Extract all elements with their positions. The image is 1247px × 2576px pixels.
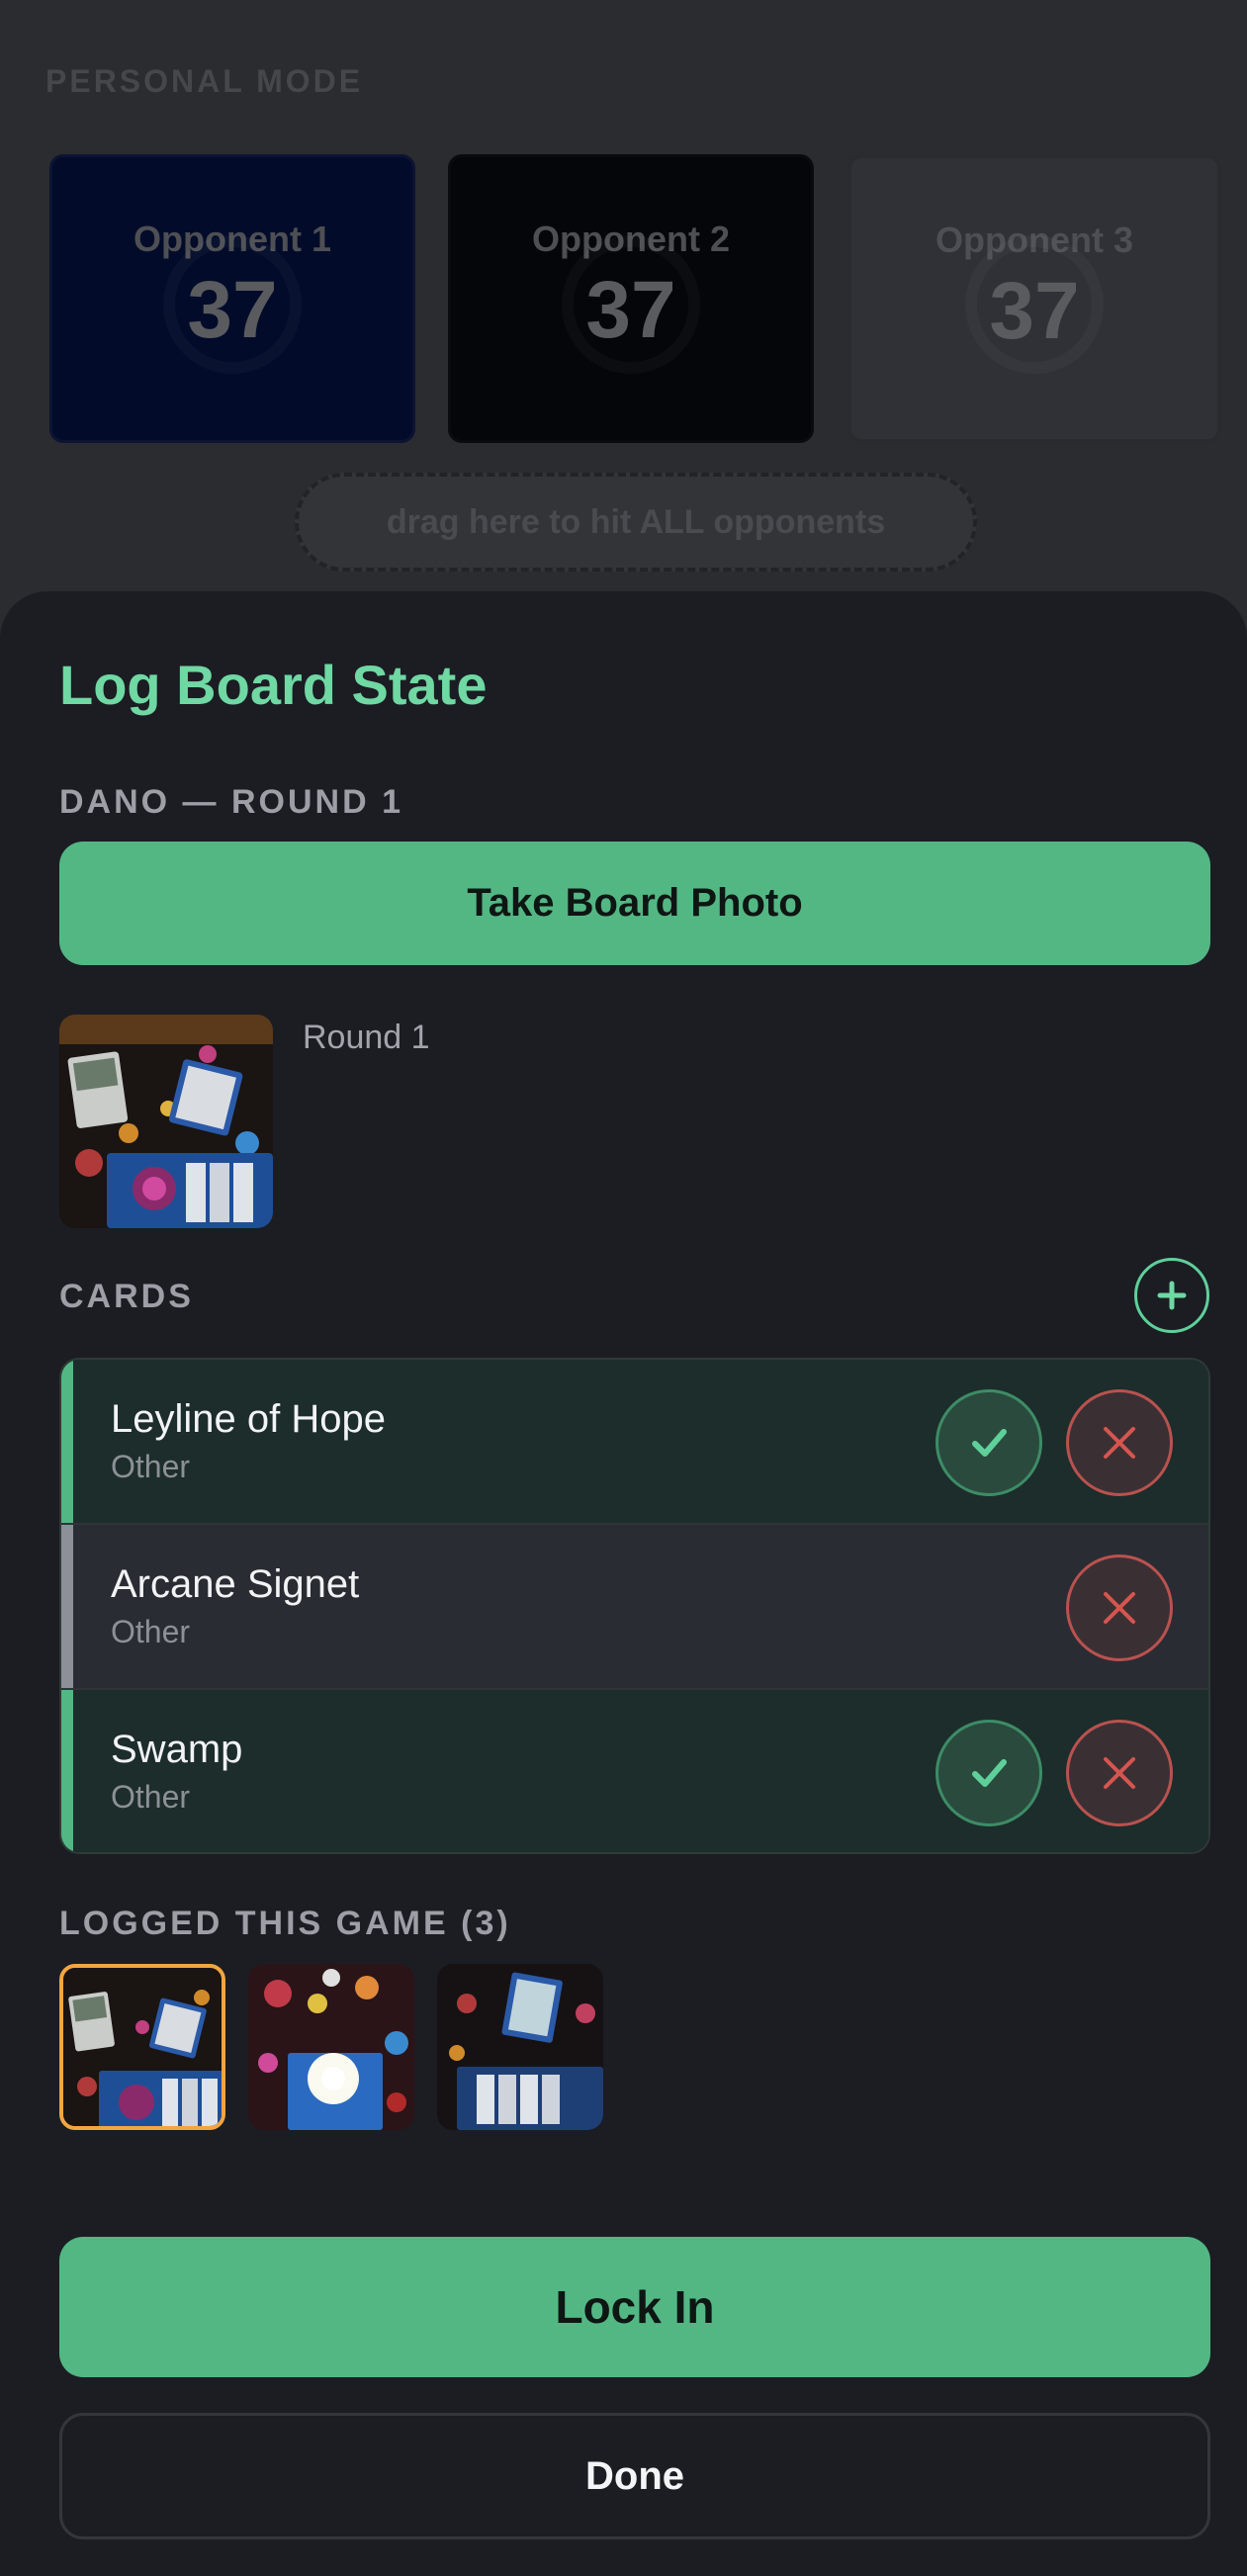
checkmark-icon	[972, 1759, 1007, 1787]
app-screen: PERSONAL MODE Opponent 1 37 Opponent 2 3…	[0, 0, 1247, 2576]
take-board-photo-button[interactable]: Take Board Photo	[59, 842, 1210, 965]
log-board-state-sheet: Log Board State DANO — ROUND 1 Take Boar…	[0, 591, 1247, 2576]
logged-photo-image	[248, 1964, 414, 2130]
opponent-card-1[interactable]: Opponent 1 37	[49, 154, 415, 443]
logged-photo-thumbnail[interactable]	[437, 1964, 603, 2130]
confirm-card-button[interactable]	[935, 1389, 1042, 1496]
cards-section-label: CARDS	[59, 1278, 194, 1315]
reject-card-button[interactable]	[1066, 1389, 1173, 1496]
life-ring-decoration	[965, 235, 1104, 374]
plus-icon	[1157, 1281, 1187, 1310]
close-icon	[1104, 1757, 1135, 1789]
sheet-title: Log Board State	[59, 654, 488, 716]
card-type: Other	[111, 1779, 191, 1815]
card-name: Swamp	[111, 1728, 243, 1771]
status-stripe	[61, 1690, 73, 1852]
opponent-card-3[interactable]: Opponent 3 37	[847, 154, 1221, 443]
card-row: Swamp Other	[61, 1690, 1208, 1852]
detected-cards-list: Leyline of Hope Other Arcane Signet Othe…	[59, 1358, 1210, 1854]
checkmark-icon	[972, 1429, 1007, 1457]
board-photo-image	[59, 1015, 273, 1228]
confirm-card-button[interactable]	[935, 1720, 1042, 1826]
done-button[interactable]: Done	[59, 2413, 1210, 2539]
lock-in-button[interactable]: Lock In	[59, 2237, 1210, 2377]
add-card-button[interactable]	[1134, 1258, 1209, 1333]
status-stripe	[61, 1525, 73, 1688]
hit-all-drop-zone[interactable]: drag here to hit ALL opponents	[295, 473, 977, 572]
card-row: Arcane Signet Other	[61, 1525, 1208, 1690]
close-icon	[1104, 1592, 1135, 1624]
life-ring-decoration	[163, 235, 302, 374]
card-row: Leyline of Hope Other	[61, 1360, 1208, 1525]
logged-this-game-label: LOGGED THIS GAME (3)	[59, 1905, 511, 1942]
card-type: Other	[111, 1614, 191, 1649]
logged-photo-image	[437, 1964, 603, 2130]
logged-photo-thumbnail[interactable]	[59, 1964, 225, 2130]
photo-caption: Round 1	[303, 1019, 430, 1056]
mode-label: PERSONAL MODE	[45, 63, 364, 99]
board-photo-thumbnail[interactable]	[59, 1015, 273, 1228]
card-name: Leyline of Hope	[111, 1397, 386, 1441]
card-type: Other	[111, 1449, 191, 1484]
opponent-card-2[interactable]: Opponent 2 37	[448, 154, 814, 443]
life-ring-decoration	[562, 235, 700, 374]
logged-photo-thumbnail[interactable]	[248, 1964, 414, 2130]
player-round-label: DANO — ROUND 1	[59, 783, 404, 821]
card-name: Arcane Signet	[111, 1562, 360, 1606]
close-icon	[1104, 1427, 1135, 1459]
reject-card-button[interactable]	[1066, 1720, 1173, 1826]
reject-card-button[interactable]	[1066, 1554, 1173, 1661]
status-stripe	[61, 1360, 73, 1523]
logged-photo-image	[63, 1968, 222, 2126]
